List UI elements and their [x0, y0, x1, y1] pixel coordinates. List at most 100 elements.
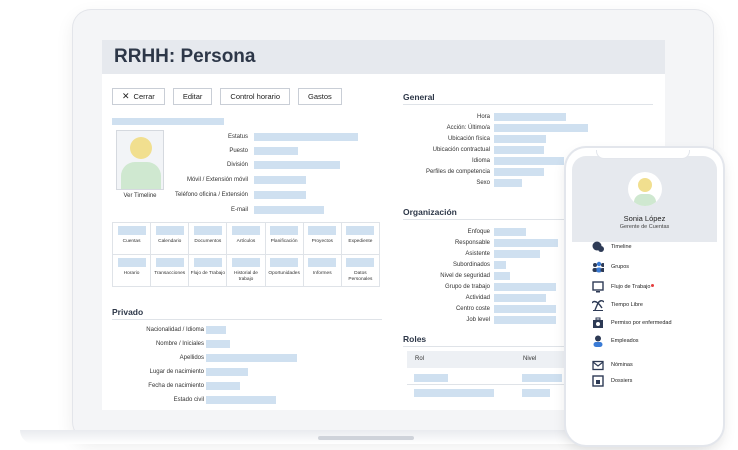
tile-file[interactable]: Expediente — [340, 222, 381, 255]
field-value — [494, 250, 540, 258]
organization-heading: Organización — [403, 207, 457, 217]
header-bar: RRHH: Persona — [102, 40, 665, 74]
private-heading: Privado — [112, 307, 144, 317]
field-label: Job level — [466, 317, 490, 323]
field-label: Ubicación física — [447, 136, 490, 142]
level-cell — [522, 389, 550, 397]
notification-dot — [651, 284, 655, 287]
user-role: Gerente de Cuentas — [619, 224, 670, 230]
role-cell — [414, 374, 448, 382]
tile-transactions[interactable]: Transacciones — [150, 254, 190, 287]
field-value — [254, 176, 306, 184]
menu-item-workflow[interactable]: Flujo de Trabajo — [592, 280, 655, 294]
field-label: Centro coste — [455, 306, 490, 312]
field-label: Hora — [476, 114, 490, 120]
close-icon: ✕ — [122, 91, 130, 101]
person-icon — [592, 335, 604, 347]
column-header-level[interactable]: Nivel — [523, 356, 536, 362]
page-title: RRHH: Persona — [114, 46, 256, 67]
field-label: Fecha de nacimiento — [148, 383, 204, 389]
laptop-notch — [318, 436, 414, 440]
field-label: División — [226, 162, 248, 168]
name-placeholder — [112, 118, 224, 125]
field-label: Nacionalidad / Idioma — [146, 327, 204, 333]
column-header-role[interactable]: Rol — [415, 356, 424, 362]
field-value — [494, 179, 522, 187]
field-label: Apellidos — [179, 355, 204, 361]
tile-schedule[interactable]: Horario — [111, 254, 152, 287]
tile-opportunities[interactable]: Oportunidades — [264, 254, 304, 287]
field-label: Responsable — [454, 240, 490, 246]
field-label: Grupo de trabajo — [444, 284, 490, 290]
close-button[interactable]: ✕ Cerrar — [112, 88, 165, 105]
field-label: Estado civil — [173, 397, 204, 403]
palm-tree-icon — [592, 299, 604, 311]
tile-workflow[interactable]: Flujo de Trabajo — [188, 254, 228, 287]
field-label: Acción: Último/a — [446, 125, 490, 131]
field-value — [494, 124, 588, 132]
field-label: Estatus — [227, 134, 248, 140]
phone-frame: Sonia López Gerente de Cuentas Timeline … — [566, 148, 723, 445]
monitor-icon — [592, 281, 604, 293]
menu-item-dossiers[interactable]: Dossiers — [592, 374, 632, 388]
tile-work-history[interactable]: Historial de trabajo — [226, 254, 266, 287]
field-value — [206, 368, 248, 376]
menu-item-payroll[interactable]: Nóminas — [592, 358, 633, 372]
field-label: Idioma — [471, 158, 490, 164]
field-label: Perfiles de competencia — [425, 169, 490, 175]
avatar — [628, 172, 662, 206]
tile-articles[interactable]: Artículos — [226, 222, 266, 255]
field-value — [494, 305, 556, 313]
time-control-button[interactable]: Control horario — [220, 88, 291, 105]
field-label: Lugar de nacimiento — [149, 369, 204, 375]
menu-item-sick-leave[interactable]: Permiso por enfermedad — [592, 316, 672, 330]
tile-calendar[interactable]: Calendario — [150, 222, 190, 255]
field-value — [494, 294, 546, 302]
tile-accounts[interactable]: Cuentas — [111, 222, 152, 255]
field-value — [494, 316, 556, 324]
field-value — [206, 396, 276, 404]
field-label: E-mail — [230, 207, 248, 213]
phone-notch — [596, 150, 690, 159]
field-value — [494, 135, 546, 143]
field-value — [206, 354, 297, 362]
field-label: Móvil / Extensión móvil — [186, 177, 248, 183]
field-label: Sexo — [476, 180, 490, 186]
field-value — [494, 283, 556, 291]
tile-planning[interactable]: Planificación — [264, 222, 304, 255]
tile-personal-data[interactable]: Datos Personales — [340, 254, 381, 287]
level-cell — [522, 374, 562, 382]
field-value — [206, 340, 230, 348]
field-value — [494, 113, 566, 121]
expenses-button[interactable]: Gastos — [298, 88, 342, 105]
role-cell — [414, 389, 494, 397]
field-value — [494, 146, 544, 154]
toolbar: ✕ Cerrar Editar Control horario Gastos — [112, 88, 342, 105]
field-label: Nombre / Iniciales — [155, 341, 204, 347]
tile-reports[interactable]: Informes — [302, 254, 342, 287]
field-label: Ubicación contractual — [432, 147, 490, 153]
field-value — [206, 326, 226, 334]
envelope-icon — [592, 359, 604, 371]
field-value — [494, 228, 526, 236]
field-value — [494, 168, 544, 176]
field-value — [254, 161, 340, 169]
tile-projects[interactable]: Proyectos — [302, 222, 342, 255]
tile-documents[interactable]: Documentos — [188, 222, 228, 255]
field-value — [494, 157, 564, 165]
medical-case-icon — [592, 317, 604, 329]
menu-item-timeline[interactable]: Timeline — [592, 240, 632, 254]
group-icon — [592, 261, 604, 273]
field-label: Puesto — [229, 148, 248, 154]
field-value — [254, 206, 324, 214]
menu-item-time-off[interactable]: Tiempo Libre — [592, 298, 643, 312]
field-value — [254, 133, 358, 141]
module-tiles: Cuentas Calendario Documentos Artículos … — [111, 222, 381, 287]
edit-button[interactable]: Editar — [172, 88, 213, 105]
lock-folder-icon — [592, 375, 604, 387]
user-name: Sonia López — [623, 214, 666, 223]
field-label: Enfoque — [467, 229, 490, 235]
menu-item-employees[interactable]: Empleados — [592, 334, 639, 348]
menu-item-groups[interactable]: Grupos — [592, 260, 629, 274]
general-heading: General — [403, 92, 435, 102]
